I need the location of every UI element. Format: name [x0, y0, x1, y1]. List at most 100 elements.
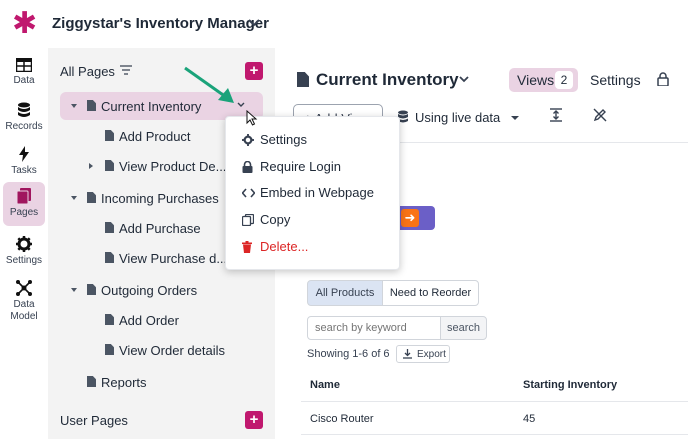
lock-icon — [242, 161, 253, 173]
tree-item-outgoing-orders[interactable]: Outgoing Orders — [60, 276, 263, 304]
views-count-badge: 2 — [555, 71, 573, 89]
download-icon — [403, 349, 412, 359]
page-context-menu: Settings Require Login Embed in Webpage … — [225, 116, 400, 270]
menu-item-label: Embed in Webpage — [260, 185, 374, 200]
column-header-starting-inventory[interactable]: Starting Inventory — [523, 379, 617, 391]
search-button[interactable]: search — [440, 316, 487, 340]
arrow-right-icon: ➜ — [401, 209, 419, 227]
menu-item-label: Require Login — [260, 159, 341, 174]
rail-item-records[interactable]: Records — [3, 100, 45, 136]
caret-down-icon[interactable] — [71, 104, 77, 108]
rail-label: Data — [13, 75, 35, 86]
page-icon — [87, 192, 96, 203]
menu-item-copy[interactable]: Copy — [226, 207, 401, 233]
lock-icon[interactable] — [657, 72, 669, 86]
menu-item-label: Delete... — [260, 239, 309, 254]
table-divider — [301, 434, 688, 435]
rail-label: Model — [10, 311, 38, 322]
menu-item-label: Copy — [260, 212, 291, 227]
page-icon — [87, 376, 96, 387]
column-header-name[interactable]: Name — [310, 379, 340, 391]
menu-item-require-login[interactable]: Require Login — [226, 154, 401, 180]
menu-item-embed[interactable]: Embed in Webpage — [226, 180, 401, 206]
filter-need-to-reorder[interactable]: Need to Reorder — [382, 280, 479, 306]
page-icon — [105, 314, 114, 325]
add-user-page-button[interactable]: + — [245, 411, 263, 429]
tree-item-reports[interactable]: Reports — [60, 368, 263, 396]
page-icon — [105, 160, 114, 171]
table-cell: 45 — [523, 413, 536, 425]
table-divider — [301, 401, 688, 402]
menu-item-delete[interactable]: Delete... — [226, 234, 401, 260]
rail-item-settings[interactable]: Settings — [3, 234, 45, 270]
page-icon — [87, 284, 96, 295]
rail-item-data-model[interactable]: Data Model — [3, 278, 45, 326]
page-icon — [105, 344, 114, 355]
page-icon — [105, 252, 114, 263]
network-icon — [16, 280, 32, 296]
live-data-dropdown[interactable]: Using live data — [415, 110, 500, 125]
tree-item-label: Add Order — [119, 313, 179, 328]
page-icon — [105, 222, 114, 233]
tree-item-label: Outgoing Orders — [101, 283, 198, 298]
rail-label: Tasks — [11, 165, 37, 176]
caret-down-icon[interactable] — [511, 116, 519, 120]
bolt-icon — [19, 146, 29, 162]
all-pages-heading: All Pages — [60, 64, 115, 79]
export-button[interactable]: Export — [396, 345, 450, 363]
menu-item-settings[interactable]: Settings — [226, 127, 401, 153]
menu-item-label: Settings — [260, 132, 307, 147]
pagination-status: Showing 1-6 of 6 — [307, 348, 390, 360]
left-rail: Data Records Tasks Pages Settings Data M… — [0, 48, 48, 439]
page-icon — [105, 130, 114, 141]
rail-item-data[interactable]: Data — [3, 56, 45, 92]
chevron-down-icon[interactable] — [246, 14, 262, 30]
gear-icon — [16, 236, 32, 252]
caret-right-icon[interactable] — [89, 163, 93, 169]
search-input[interactable] — [307, 316, 441, 340]
tab-views[interactable]: Views 2 — [509, 68, 578, 92]
filter-icon[interactable] — [120, 64, 132, 76]
caret-down-icon[interactable] — [71, 196, 77, 200]
annotation-arrow-icon — [184, 66, 234, 103]
mouse-cursor-icon — [246, 110, 258, 126]
filter-all-products[interactable]: All Products — [307, 280, 383, 306]
gear-icon — [242, 134, 254, 146]
tree-item-label: Incoming Purchases — [101, 191, 219, 206]
export-label: Export — [417, 349, 446, 360]
tree-item-view-order-details[interactable]: View Order details — [60, 336, 263, 364]
app-logo-icon[interactable]: ✱ — [12, 9, 37, 39]
app-title[interactable]: Ziggystar's Inventory Manager — [52, 15, 269, 32]
tree-item-label: Add Product — [119, 129, 191, 144]
add-page-button[interactable]: + — [245, 62, 263, 80]
page-icon — [297, 72, 309, 87]
tree-item-add-order[interactable]: Add Order — [60, 306, 263, 334]
tab-settings[interactable]: Settings — [590, 72, 641, 88]
pages-icon — [17, 188, 31, 204]
chevron-down-icon[interactable] — [457, 72, 471, 86]
rail-item-pages[interactable]: Pages — [3, 182, 45, 226]
page-title[interactable]: Current Inventory — [316, 70, 459, 90]
edit-disabled-icon[interactable] — [593, 108, 607, 122]
rail-label: Records — [5, 121, 43, 132]
rail-item-tasks[interactable]: Tasks — [3, 144, 45, 180]
tab-label: Views — [517, 72, 555, 88]
trash-icon — [242, 241, 252, 253]
top-bar: ✱ Ziggystar's Inventory Manager — [0, 0, 688, 48]
user-pages-heading: User Pages — [60, 413, 128, 428]
page-icon — [87, 100, 96, 111]
rail-label: Pages — [9, 207, 39, 218]
table-cell: Cisco Router — [310, 413, 374, 425]
rail-label: Data — [13, 299, 35, 310]
row-height-icon[interactable] — [550, 108, 562, 122]
code-icon — [242, 188, 255, 198]
tree-item-label: View Order details — [119, 343, 225, 358]
tree-item-label: View Purchase d... — [119, 251, 228, 266]
caret-down-icon[interactable] — [71, 288, 77, 292]
tree-item-label: Add Purchase — [119, 221, 201, 236]
database-icon — [18, 102, 30, 117]
copy-icon — [242, 214, 254, 226]
tree-item-label: Reports — [101, 375, 147, 390]
tree-item-label: View Product De... — [119, 159, 227, 174]
rail-label: Settings — [5, 255, 43, 266]
